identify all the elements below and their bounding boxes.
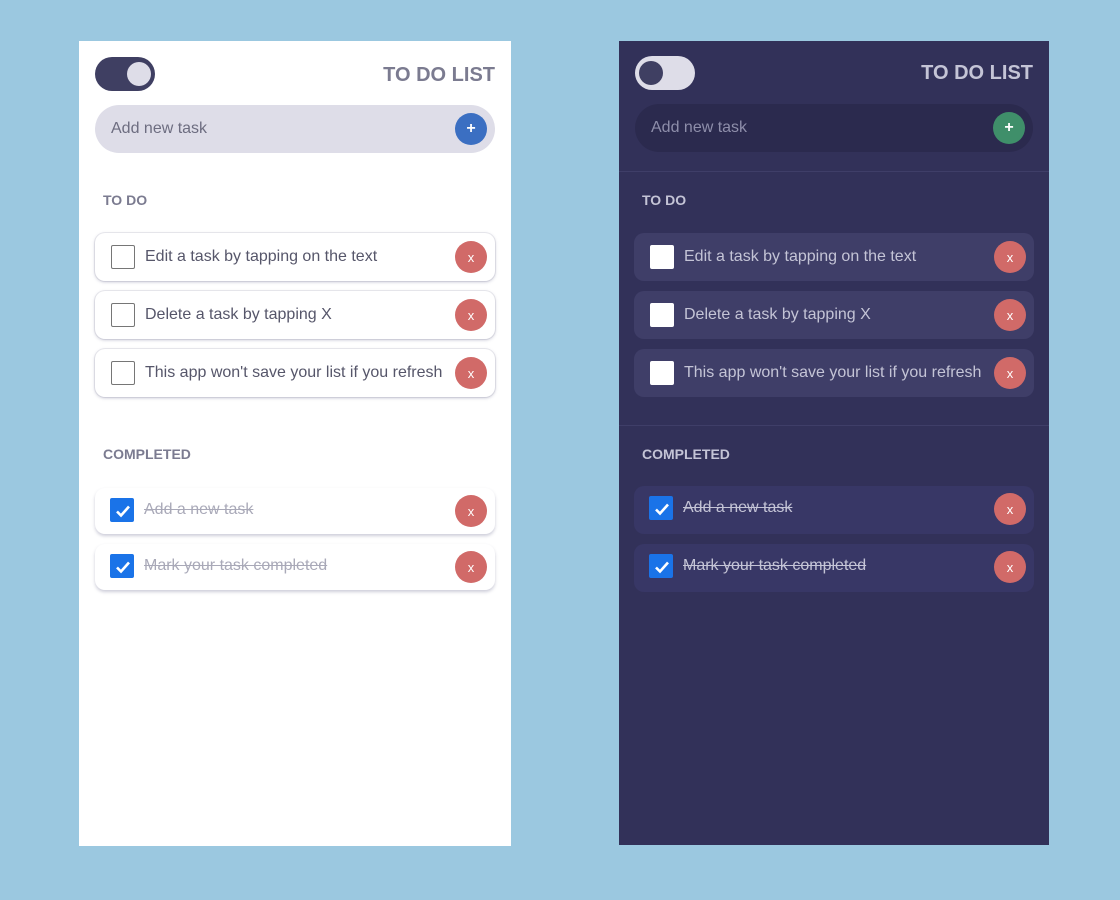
add-task-button[interactable]: + (993, 112, 1025, 144)
page-title: TO DO LIST (383, 64, 495, 86)
delete-task-button[interactable]: x (455, 299, 487, 331)
task-text[interactable]: Delete a task by tapping X (145, 306, 332, 324)
task-checkbox[interactable] (650, 245, 674, 269)
todo-item[interactable]: This app won't save your list if you ref… (634, 349, 1034, 397)
toggle-knob (127, 62, 151, 86)
task-checkbox-checked[interactable] (649, 554, 673, 578)
task-checkbox[interactable] (650, 303, 674, 327)
delete-task-button[interactable]: x (994, 241, 1026, 273)
add-task-input[interactable] (111, 105, 431, 153)
add-task-bar: + (95, 105, 495, 153)
page-title: TO DO LIST (921, 62, 1033, 84)
task-checkbox-checked[interactable] (110, 498, 134, 522)
task-text[interactable]: Add a new task (144, 501, 253, 519)
completed-item[interactable]: Add a new task x (95, 488, 495, 534)
delete-task-button[interactable]: x (994, 299, 1026, 331)
delete-task-button[interactable]: x (455, 551, 487, 583)
completed-section-label: COMPLETED (103, 446, 191, 462)
add-task-bar: + (635, 104, 1033, 152)
header: TO DO LIST (95, 57, 495, 91)
checkmark-icon (116, 561, 130, 574)
checkmark-icon (116, 505, 130, 518)
task-checkbox[interactable] (111, 361, 135, 385)
task-checkbox-checked[interactable] (649, 496, 673, 520)
task-text[interactable]: This app won't save your list if you ref… (145, 364, 442, 382)
todo-item[interactable]: This app won't save your list if you ref… (95, 349, 495, 397)
todo-item[interactable]: Delete a task by tapping X x (634, 291, 1034, 339)
delete-task-button[interactable]: x (455, 241, 487, 273)
todo-item[interactable]: Delete a task by tapping X x (95, 291, 495, 339)
completed-list: Add a new task x Mark your task complete… (95, 488, 495, 600)
todo-item[interactable]: Edit a task by tapping on the text x (95, 233, 495, 281)
add-task-button[interactable]: + (455, 113, 487, 145)
todo-item[interactable]: Edit a task by tapping on the text x (634, 233, 1034, 281)
task-text[interactable]: Add a new task (683, 499, 792, 517)
light-todo-panel: TO DO LIST + TO DO Edit a task by tappin… (79, 41, 511, 846)
todo-list: Edit a task by tapping on the text x Del… (95, 233, 495, 407)
completed-list: Add a new task x Mark your task complete… (634, 486, 1034, 602)
task-checkbox[interactable] (111, 245, 135, 269)
toggle-knob (639, 61, 663, 85)
header: TO DO LIST (635, 56, 1033, 91)
checkmark-icon (655, 561, 669, 574)
todo-list: Edit a task by tapping on the text x Del… (634, 233, 1034, 407)
divider (619, 171, 1049, 172)
completed-section-label: COMPLETED (642, 446, 730, 462)
task-text[interactable]: Mark your task completed (683, 557, 866, 575)
delete-task-button[interactable]: x (455, 357, 487, 389)
task-checkbox[interactable] (650, 361, 674, 385)
task-text[interactable]: Edit a task by tapping on the text (145, 248, 377, 266)
checkmark-icon (655, 503, 669, 516)
completed-item[interactable]: Mark your task completed x (634, 544, 1034, 592)
task-text[interactable]: Mark your task completed (144, 557, 327, 575)
delete-task-button[interactable]: x (455, 495, 487, 527)
todo-section-label: TO DO (642, 192, 687, 208)
completed-item[interactable]: Add a new task x (634, 486, 1034, 534)
task-text[interactable]: Edit a task by tapping on the text (684, 248, 916, 266)
todo-section-label: TO DO (103, 192, 148, 208)
completed-item[interactable]: Mark your task completed x (95, 544, 495, 590)
delete-task-button[interactable]: x (994, 493, 1026, 525)
task-checkbox[interactable] (111, 303, 135, 327)
theme-toggle[interactable] (635, 56, 695, 90)
task-checkbox-checked[interactable] (110, 554, 134, 578)
delete-task-button[interactable]: x (994, 551, 1026, 583)
delete-task-button[interactable]: x (994, 357, 1026, 389)
theme-toggle[interactable] (95, 57, 155, 91)
add-task-input[interactable] (651, 104, 971, 152)
dark-todo-panel: TO DO LIST + TO DO Edit a task by tappin… (619, 41, 1049, 845)
task-text[interactable]: This app won't save your list if you ref… (684, 364, 981, 382)
task-text[interactable]: Delete a task by tapping X (684, 306, 871, 324)
divider (619, 425, 1049, 426)
